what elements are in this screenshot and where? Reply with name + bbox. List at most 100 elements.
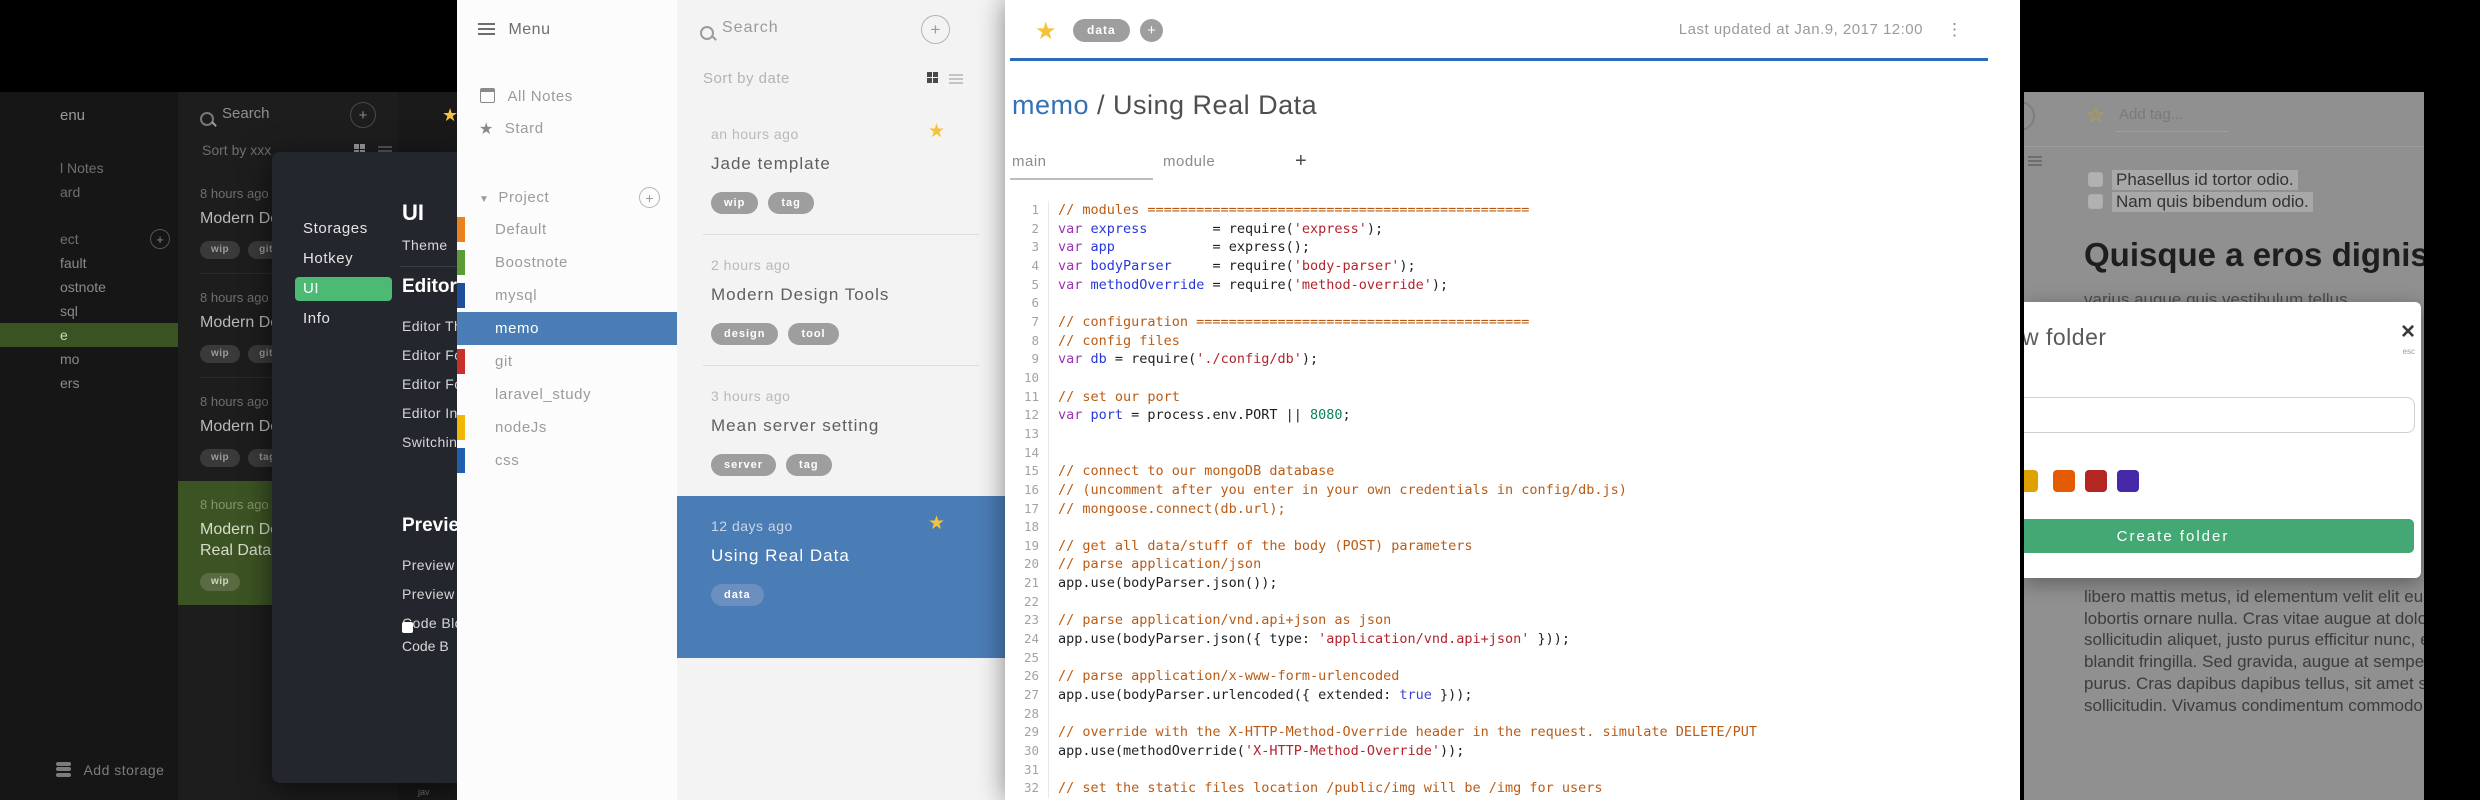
settings-row[interactable]: Switching (402, 428, 457, 457)
todo-item[interactable]: Phasellus id tortor odio. (2024, 170, 2424, 192)
line-number: 10 (1005, 368, 1049, 388)
code-line: 31 (1005, 760, 2015, 780)
code-editor[interactable]: 1 // modules ============================… (1005, 201, 2015, 798)
dark-sidebar-item-starred[interactable]: ard (60, 184, 80, 200)
sidebar-item-starred[interactable]: ★ Stard (479, 119, 544, 139)
folder-list: Default Boostnote mysql memo git laravel_stud… (457, 213, 677, 477)
add-tag-input[interactable]: Add tag... (2119, 106, 2183, 123)
settings-checkbox-row[interactable]: Code B (402, 620, 457, 657)
line-number: 29 (1005, 723, 1049, 743)
add-folder-button[interactable]: + (639, 187, 660, 208)
header-divider (1010, 58, 1988, 61)
code-text: // set the static files location /public… (1058, 780, 1603, 797)
settings-nav-ui[interactable]: UI (295, 277, 392, 301)
dark-folder-item[interactable]: ostnote (0, 275, 178, 299)
kebab-menu[interactable]: ⋮ (1946, 20, 1963, 40)
star-outline-icon[interactable]: ☆ (2086, 103, 2105, 128)
search-input[interactable]: Search (722, 19, 779, 37)
note-tag-pill[interactable]: data (1073, 19, 1130, 42)
add-tag-button[interactable]: + (1140, 19, 1163, 42)
breadcrumb-folder[interactable]: memo (1012, 90, 1089, 120)
code-line: 5 var methodOverride = require('method-ov… (1005, 275, 2015, 295)
tab-module[interactable]: module (1163, 153, 1215, 170)
color-swatch[interactable] (2053, 470, 2075, 492)
note-title: Using Real Data (1113, 90, 1318, 120)
dark-folder-item[interactable]: e (0, 323, 178, 347)
folder-item-Default[interactable]: Default (457, 213, 677, 246)
settings-theme-row[interactable]: Theme (402, 231, 448, 260)
code-text: // mongoose.connect(db.url); (1058, 500, 1286, 517)
todo-item[interactable]: Nam quis bibendum odio. (2024, 192, 2424, 214)
star-icon: ★ (479, 121, 494, 138)
close-icon[interactable]: × (2401, 318, 2415, 346)
dark-sidebar-item-all-notes[interactable]: l Notes (60, 160, 104, 176)
tab-main[interactable]: main (1012, 153, 1047, 170)
dark-folder-item[interactable]: fault (0, 251, 178, 275)
tag-pill: wip (200, 573, 241, 591)
dark-add-folder-button[interactable]: + (150, 229, 170, 249)
code-line: 16 // (uncomment after you enter in your … (1005, 480, 2015, 500)
settings-row[interactable]: Editor Th (402, 312, 457, 341)
settings-nav-hotkey[interactable]: Hotkey (272, 244, 400, 274)
star-icon[interactable]: ★ (928, 512, 945, 535)
note-card[interactable]: an hours ago ★ Jade template wip tag (677, 104, 1005, 234)
star-toggle[interactable]: ★ (1035, 17, 1057, 46)
menu-toggle[interactable]: Menu (478, 20, 550, 43)
dark-menu-label[interactable]: enu (60, 107, 85, 124)
active-tab-underline (1010, 178, 1153, 180)
checkbox-icon[interactable] (2088, 172, 2103, 187)
sidebar-item-all-notes[interactable]: All Notes (480, 88, 573, 108)
star-icon[interactable]: ★ (928, 120, 945, 143)
line-number: 14 (1005, 443, 1049, 463)
code-line: 14 (1005, 443, 2015, 463)
settings-nav-info[interactable]: Info (272, 304, 400, 334)
settings-row[interactable]: Editor Fo (402, 370, 457, 399)
folder-item-css[interactable]: css (457, 444, 677, 477)
dark-folder-item[interactable]: ers (0, 371, 178, 395)
dark-sort-control[interactable]: Sort by xxx (202, 142, 271, 158)
search-icon (200, 111, 214, 126)
settings-row[interactable]: Editor Fo (402, 341, 457, 370)
note-card[interactable]: 3 hours ago Mean server setting server tag (677, 366, 1005, 496)
color-swatch[interactable] (2085, 470, 2107, 492)
settings-nav-storages[interactable]: Storages (272, 214, 400, 244)
line-number: 8 (1005, 331, 1049, 351)
sort-control[interactable]: Sort by date (703, 70, 790, 87)
list-view-icon[interactable] (2028, 154, 2042, 168)
note-card[interactable]: 12 days ago ★ Using Real Data data (677, 496, 1005, 658)
code-line: 17 // mongoose.connect(db.url); (1005, 499, 2015, 519)
new-note-button-dimmed[interactable]: + (2024, 101, 2035, 131)
folder-item-Boostnote[interactable]: Boostnote (457, 246, 677, 279)
note-card[interactable]: 2 hours ago Modern Design Tools design tool (677, 235, 1005, 365)
dark-folder-item[interactable]: mo (0, 347, 178, 371)
color-swatch[interactable] (2117, 470, 2139, 492)
dark-new-note-button[interactable]: + (350, 102, 376, 128)
dark-add-storage[interactable]: Add storage (56, 760, 164, 783)
folder-item-mysql[interactable]: mysql (457, 279, 677, 312)
folder-item-git[interactable]: git (457, 345, 677, 378)
settings-row[interactable]: Preview F (402, 551, 457, 580)
dark-sidebar: enu l Notes ard ect + fault ostnote sql e mo… (0, 92, 178, 800)
dark-search-input[interactable]: Search (222, 105, 270, 122)
folder-item-memo[interactable]: memo (457, 312, 677, 345)
project-header[interactable]: ▼ Project (479, 189, 549, 207)
star-icon[interactable]: ★ (442, 105, 457, 126)
dark-folder-item[interactable]: sql (0, 299, 178, 323)
color-swatch[interactable] (2024, 470, 2038, 492)
folder-name-input[interactable] (2024, 397, 2415, 433)
grid-view-icon[interactable] (927, 72, 940, 85)
line-number: 9 (1005, 350, 1049, 369)
new-note-button[interactable]: + (921, 15, 950, 44)
create-folder-button[interactable]: Create folder (2024, 519, 2414, 553)
note-title: Using Real Data (711, 546, 850, 565)
checkbox-icon[interactable] (2088, 194, 2103, 209)
folder-color-strip (457, 448, 465, 473)
list-view-icon[interactable] (949, 72, 963, 86)
settings-row[interactable]: Editor In (402, 399, 457, 428)
folder-item-laravel_study[interactable]: laravel_study (457, 378, 677, 411)
new-tab-button[interactable]: + (1295, 150, 1307, 173)
folder-item-nodeJs[interactable]: nodeJs (457, 411, 677, 444)
settings-row[interactable]: Preview F (402, 580, 457, 609)
